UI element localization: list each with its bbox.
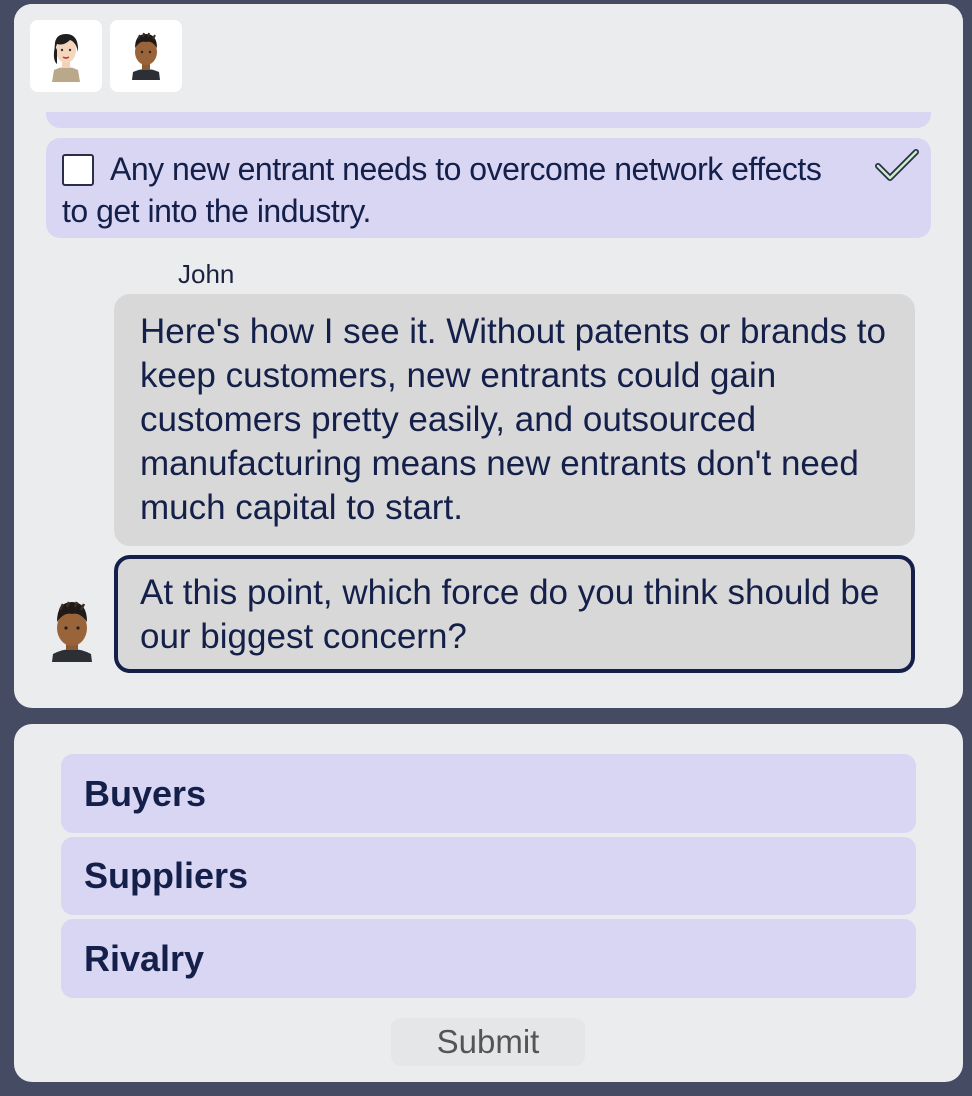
checklist-item[interactable]: Any new entrant needs to overcome networ… — [46, 138, 931, 238]
submit-button[interactable]: Submit — [391, 1018, 585, 1066]
speaker-avatar-icon — [52, 601, 92, 662]
participant-avatar-man[interactable] — [110, 20, 182, 92]
chat-panel: Any new entrant needs to overcome networ… — [14, 4, 963, 708]
checklist-item-text: Any new entrant needs to overcome networ… — [62, 151, 822, 229]
woman-avatar-icon — [52, 34, 80, 82]
participant-avatar-woman[interactable] — [30, 20, 102, 92]
man-avatar-icon — [132, 32, 160, 80]
option-buyers[interactable]: Buyers — [61, 754, 916, 833]
option-rivalry[interactable]: Rivalry — [61, 919, 916, 998]
option-suppliers[interactable]: Suppliers — [61, 837, 916, 915]
answer-panel: Buyers Suppliers Rivalry Submit — [14, 724, 963, 1082]
speaker-name: John — [178, 259, 235, 289]
chat-message: Here's how I see it. Without patents or … — [114, 294, 915, 546]
chat-message-current: At this point, which force do you think … — [114, 555, 915, 673]
checklist-checkbox[interactable] — [62, 154, 94, 186]
checkmark-icon — [875, 149, 919, 181]
